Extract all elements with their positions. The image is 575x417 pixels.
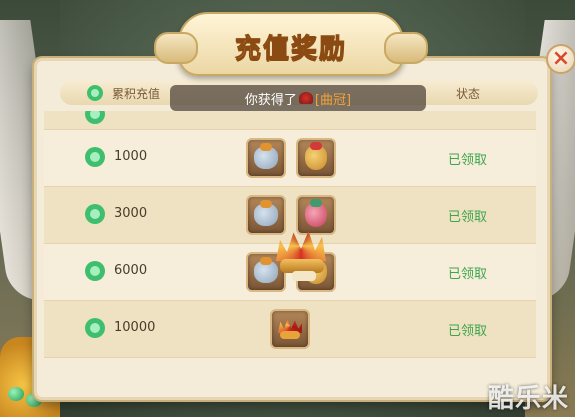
reward-slots bbox=[270, 309, 310, 349]
list-item bbox=[44, 111, 536, 130]
list-item: 1000 已领取 bbox=[44, 130, 536, 187]
jade-gem-icon bbox=[8, 387, 24, 401]
close-button[interactable]: × bbox=[546, 44, 575, 74]
rose-pouch-icon bbox=[305, 199, 327, 227]
gold-pouch-icon bbox=[305, 142, 327, 170]
watermark: 酷乐米 bbox=[487, 384, 569, 414]
list-item: 10000 已领取 bbox=[44, 301, 536, 358]
reward-slot[interactable] bbox=[296, 138, 336, 178]
dialog-title: 充值奖励 bbox=[234, 34, 347, 65]
reward-slots bbox=[246, 138, 336, 178]
reward-toast: 你获得了 [曲冠] bbox=[170, 85, 426, 111]
reward-slot[interactable] bbox=[246, 138, 286, 178]
jade-coin-icon bbox=[85, 111, 105, 124]
blue-pouch-icon bbox=[254, 200, 278, 226]
claim-status: 已领取 bbox=[448, 153, 488, 168]
claim-status: 已领取 bbox=[448, 324, 488, 339]
jade-coin-icon bbox=[85, 147, 105, 167]
header-cumulative-recharge: 累积充值 bbox=[112, 87, 161, 101]
jade-coin-icon bbox=[87, 85, 103, 101]
claim-status: 已领取 bbox=[448, 210, 488, 225]
jade-coin-icon bbox=[85, 261, 105, 281]
phoenix-crown-icon bbox=[276, 317, 304, 341]
recharge-amount: 6000 bbox=[114, 263, 148, 278]
recharge-amount: 1000 bbox=[114, 149, 148, 164]
recharge-amount: 10000 bbox=[114, 320, 156, 335]
toast-item-name: [曲冠] bbox=[314, 92, 352, 108]
claim-status: 已领取 bbox=[448, 267, 488, 282]
jade-coin-icon bbox=[85, 204, 105, 224]
blue-pouch-icon bbox=[254, 143, 278, 169]
acquired-crown-icon bbox=[270, 225, 332, 285]
close-icon: × bbox=[551, 46, 571, 71]
reward-slot[interactable] bbox=[270, 309, 310, 349]
recharge-amount: 3000 bbox=[114, 206, 148, 221]
header-status: 状态 bbox=[456, 87, 481, 101]
toast-prefix: 你获得了 bbox=[244, 92, 297, 108]
phoenix-crown-icon bbox=[298, 92, 313, 104]
title-plate: 充值奖励 bbox=[154, 12, 428, 76]
jade-coin-icon bbox=[85, 318, 105, 338]
